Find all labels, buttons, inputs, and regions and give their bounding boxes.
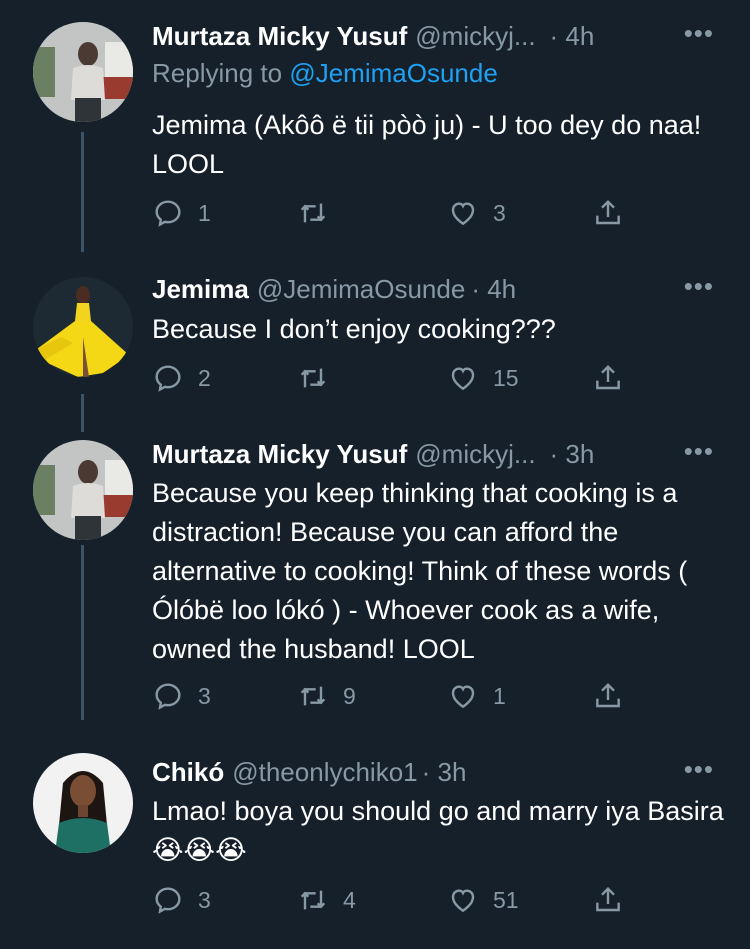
tweet-actions: 3 4 51 <box>152 880 642 920</box>
like-button[interactable]: 15 <box>447 358 519 398</box>
username[interactable]: @theonlychiko1 <box>232 757 417 788</box>
more-icon[interactable]: ••• <box>684 754 714 785</box>
timestamp[interactable]: · 3h <box>422 757 467 788</box>
avatar[interactable] <box>33 753 133 853</box>
display-name[interactable]: Murtaza Micky Yusuf <box>152 21 407 52</box>
avatar[interactable] <box>33 440 133 540</box>
reply-button[interactable]: 3 <box>152 880 211 920</box>
tweet-text: Jemima (Akôô ë tii pòò ju) - U too dey d… <box>152 110 702 179</box>
replying-to: Replying to @JemimaOsunde <box>152 58 498 89</box>
display-name[interactable]: Murtaza Micky Yusuf <box>152 439 407 470</box>
tweet-text: Because you keep thinking that cooking i… <box>152 478 688 664</box>
more-icon[interactable]: ••• <box>684 271 714 302</box>
replying-to-label: Replying to <box>152 58 290 88</box>
tweet-actions: 1 3 <box>152 193 642 233</box>
avatar[interactable] <box>33 277 133 377</box>
tweet-actions: 2 15 <box>152 358 642 398</box>
share-icon <box>596 682 620 708</box>
retweet-button[interactable] <box>297 358 343 398</box>
reply-count: 1 <box>198 199 211 226</box>
reply-icon <box>155 200 181 227</box>
retweet-count: 4 <box>343 886 356 913</box>
share-button[interactable] <box>592 880 638 920</box>
timestamp[interactable]: · 4h <box>471 274 516 305</box>
reply-icon <box>155 887 181 914</box>
like-button[interactable]: 1 <box>447 676 506 716</box>
retweet-button[interactable]: 4 <box>297 880 356 920</box>
like-count: 1 <box>493 682 506 709</box>
tweet-actions: 3 9 1 <box>152 676 642 716</box>
retweet-count: 9 <box>343 682 356 709</box>
tweet-text: Lmao! boya you should go and marry iya B… <box>152 796 724 865</box>
retweet-icon <box>300 686 326 706</box>
more-icon[interactable]: ••• <box>684 18 714 49</box>
avatar[interactable] <box>33 22 133 122</box>
share-button[interactable] <box>592 358 638 398</box>
like-button[interactable]: 3 <box>447 193 506 233</box>
like-icon <box>451 367 475 391</box>
display-name[interactable]: Jemima <box>152 274 249 305</box>
username[interactable]: @mickyj... <box>415 21 535 52</box>
display-name[interactable]: Chikó <box>152 757 224 788</box>
tweet[interactable]: Murtaza Micky Yusuf @mickyj... · 3h ••• … <box>0 420 750 730</box>
reply-icon <box>155 365 181 392</box>
like-count: 3 <box>493 199 506 226</box>
reply-icon <box>155 683 181 710</box>
tweet-header: Murtaza Micky Yusuf @mickyj... · 3h ••• <box>152 436 730 472</box>
share-button[interactable] <box>592 193 638 233</box>
username[interactable]: @JemimaOsunde <box>257 274 465 305</box>
like-icon <box>451 685 475 709</box>
reply-count: 3 <box>198 682 211 709</box>
tweet-header: Chikó @theonlychiko1 · 3h ••• <box>152 754 730 790</box>
like-icon <box>451 889 475 913</box>
tweet[interactable]: Jemima @JemimaOsunde · 4h ••• Because I … <box>0 255 750 420</box>
share-button[interactable] <box>592 676 638 716</box>
reply-button[interactable]: 2 <box>152 358 211 398</box>
tweet-header: Murtaza Micky Yusuf @mickyj... · 4h ••• <box>152 18 730 54</box>
tweet[interactable]: Chikó @theonlychiko1 · 3h ••• Lmao! boya… <box>0 730 750 949</box>
timestamp[interactable]: · 3h <box>550 439 595 470</box>
tweet-text: Because I don’t enjoy cooking??? <box>152 314 556 344</box>
retweet-icon <box>300 203 326 223</box>
like-count: 15 <box>493 364 519 391</box>
reply-button[interactable]: 1 <box>152 193 211 233</box>
reply-count: 2 <box>198 364 211 391</box>
retweet-button[interactable]: 9 <box>297 676 356 716</box>
retweet-icon <box>300 368 326 388</box>
retweet-button[interactable] <box>297 193 343 233</box>
like-count: 51 <box>493 886 519 913</box>
share-icon <box>596 886 620 912</box>
timestamp[interactable]: · 4h <box>550 21 595 52</box>
like-button[interactable]: 51 <box>447 880 519 920</box>
reply-count: 3 <box>198 886 211 913</box>
reply-button[interactable]: 3 <box>152 676 211 716</box>
share-icon <box>596 199 620 225</box>
tweet[interactable]: Murtaza Micky Yusuf @mickyj... · 4h ••• … <box>0 0 750 255</box>
tweet-header: Jemima @JemimaOsunde · 4h ••• <box>152 271 730 307</box>
retweet-icon <box>300 890 326 910</box>
like-icon <box>451 202 475 226</box>
replying-to-handle[interactable]: @JemimaOsunde <box>289 58 497 88</box>
share-icon <box>596 364 620 390</box>
username[interactable]: @mickyj... <box>415 439 535 470</box>
more-icon[interactable]: ••• <box>684 436 714 467</box>
